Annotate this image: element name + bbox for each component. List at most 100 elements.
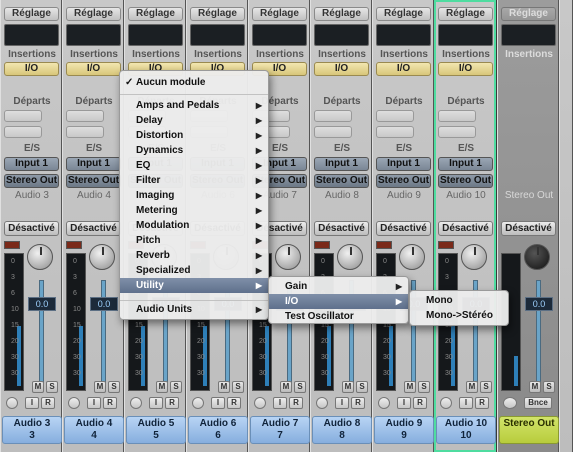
- setting-button[interactable]: Réglage: [252, 7, 307, 21]
- insert-slot-io[interactable]: I/O: [4, 62, 59, 76]
- solo-button[interactable]: S: [356, 381, 368, 393]
- insert-slot-io[interactable]: I/O: [438, 62, 493, 76]
- send-slot[interactable]: [438, 126, 476, 138]
- mute-button[interactable]: M: [94, 381, 106, 393]
- pan-knob[interactable]: [461, 244, 487, 270]
- input-monitor-button[interactable]: I: [459, 397, 473, 409]
- track-name[interactable]: Audio 55: [126, 416, 186, 444]
- setting-button[interactable]: Réglage: [190, 7, 245, 21]
- eq-display[interactable]: [128, 24, 183, 46]
- menu-item-amps-and-pedals[interactable]: Amps and Pedals ▶: [120, 98, 268, 113]
- insert-slot-io[interactable]: I/O: [376, 62, 431, 76]
- monitor-button[interactable]: [378, 397, 390, 409]
- solo-button[interactable]: S: [480, 381, 492, 393]
- pan-knob[interactable]: [27, 244, 53, 270]
- track-name[interactable]: Audio 10 10: [436, 416, 496, 444]
- send-slot[interactable]: [66, 126, 104, 138]
- send-slot[interactable]: [4, 110, 42, 122]
- input-monitor-button[interactable]: I: [149, 397, 163, 409]
- output-slot[interactable]: Stereo Out: [66, 174, 121, 188]
- record-button[interactable]: R: [41, 397, 55, 409]
- track-name[interactable]: Audio 33: [2, 416, 62, 444]
- menu-item-pitch[interactable]: Pitch ▶: [120, 233, 268, 248]
- output-slot[interactable]: Stereo Out: [438, 174, 493, 188]
- eq-display[interactable]: [314, 24, 369, 46]
- eq-display[interactable]: [190, 24, 245, 46]
- fader-value[interactable]: 0.0: [28, 297, 56, 311]
- eq-display[interactable]: [252, 24, 307, 46]
- send-slot[interactable]: [4, 126, 42, 138]
- track-name[interactable]: Audio 77: [250, 416, 310, 444]
- pan-knob[interactable]: [524, 244, 550, 270]
- send-slot[interactable]: [66, 110, 104, 122]
- deactivated-button[interactable]: Désactivé: [376, 221, 431, 236]
- solo-button[interactable]: S: [543, 381, 555, 393]
- track-name[interactable]: Audio 88: [312, 416, 372, 444]
- menu-item-dynamics[interactable]: Dynamics ▶: [120, 143, 268, 158]
- submenu-item-mono-st-r-o[interactable]: Mono->Stéréo: [410, 308, 508, 323]
- eq-display[interactable]: [438, 24, 493, 46]
- deactivated-button[interactable]: Désactivé: [4, 221, 59, 236]
- deactivated-button[interactable]: Désactivé: [438, 221, 493, 236]
- menu-item-none[interactable]: ✓ Aucun module: [120, 75, 268, 90]
- track-name[interactable]: Audio 44: [64, 416, 124, 444]
- submenu-item-test-oscillator[interactable]: Test Oscillator: [269, 309, 408, 324]
- send-slot[interactable]: [376, 110, 414, 122]
- deactivated-button[interactable]: Désactivé: [501, 221, 556, 236]
- solo-button[interactable]: S: [170, 381, 182, 393]
- record-button[interactable]: R: [103, 397, 117, 409]
- record-button[interactable]: R: [227, 397, 241, 409]
- deactivated-button[interactable]: Désactivé: [66, 221, 121, 236]
- track-name[interactable]: Stereo Out: [499, 416, 559, 444]
- insert-slot-io[interactable]: I/O: [314, 62, 369, 76]
- input-slot[interactable]: Input 1: [4, 157, 59, 171]
- menu-item-metering[interactable]: Metering ▶: [120, 203, 268, 218]
- menu-item-modulation[interactable]: Modulation ▶: [120, 218, 268, 233]
- menu-item-eq[interactable]: EQ ▶: [120, 158, 268, 173]
- setting-button[interactable]: Réglage: [128, 7, 183, 21]
- monitor-button[interactable]: [68, 397, 80, 409]
- mute-button[interactable]: M: [156, 381, 168, 393]
- menu-item-utility[interactable]: Utility ▶: [120, 278, 268, 293]
- send-slot[interactable]: [438, 110, 476, 122]
- deactivated-button[interactable]: Désactivé: [314, 221, 369, 236]
- setting-button[interactable]: Réglage: [501, 7, 556, 21]
- input-slot[interactable]: Input 1: [438, 157, 493, 171]
- pan-knob[interactable]: [399, 244, 425, 270]
- solo-button[interactable]: S: [232, 381, 244, 393]
- mute-button[interactable]: M: [529, 381, 541, 393]
- link-button[interactable]: [503, 397, 517, 409]
- solo-button[interactable]: S: [418, 381, 430, 393]
- monitor-button[interactable]: [440, 397, 452, 409]
- setting-button[interactable]: Réglage: [4, 7, 59, 21]
- bounce-button[interactable]: Bnce: [524, 397, 552, 409]
- input-monitor-button[interactable]: I: [87, 397, 101, 409]
- input-monitor-button[interactable]: I: [335, 397, 349, 409]
- monitor-button[interactable]: [6, 397, 18, 409]
- submenu-item-mono[interactable]: Mono: [410, 293, 508, 308]
- input-slot[interactable]: Input 1: [314, 157, 369, 171]
- solo-button[interactable]: S: [294, 381, 306, 393]
- input-monitor-button[interactable]: I: [25, 397, 39, 409]
- mute-button[interactable]: M: [342, 381, 354, 393]
- pan-knob[interactable]: [337, 244, 363, 270]
- eq-display[interactable]: [4, 24, 59, 46]
- menu-item-filter[interactable]: Filter ▶: [120, 173, 268, 188]
- output-slot[interactable]: Stereo Out: [376, 174, 431, 188]
- menu-item-imaging[interactable]: Imaging ▶: [120, 188, 268, 203]
- eq-display[interactable]: [66, 24, 121, 46]
- output-slot[interactable]: Stereo Out: [4, 174, 59, 188]
- menu-item-distortion[interactable]: Distortion ▶: [120, 128, 268, 143]
- fader-value[interactable]: 0.0: [90, 297, 118, 311]
- solo-button[interactable]: S: [46, 381, 58, 393]
- setting-button[interactable]: Réglage: [376, 7, 431, 21]
- mute-button[interactable]: M: [218, 381, 230, 393]
- submenu-item-gain[interactable]: Gain ▶: [269, 279, 408, 294]
- input-slot[interactable]: Input 1: [376, 157, 431, 171]
- menu-item-specialized[interactable]: Specialized ▶: [120, 263, 268, 278]
- monitor-button[interactable]: [192, 397, 204, 409]
- input-monitor-button[interactable]: I: [211, 397, 225, 409]
- submenu-item-i-o[interactable]: I/O ▶: [269, 294, 408, 309]
- send-slot[interactable]: [314, 110, 352, 122]
- mute-button[interactable]: M: [466, 381, 478, 393]
